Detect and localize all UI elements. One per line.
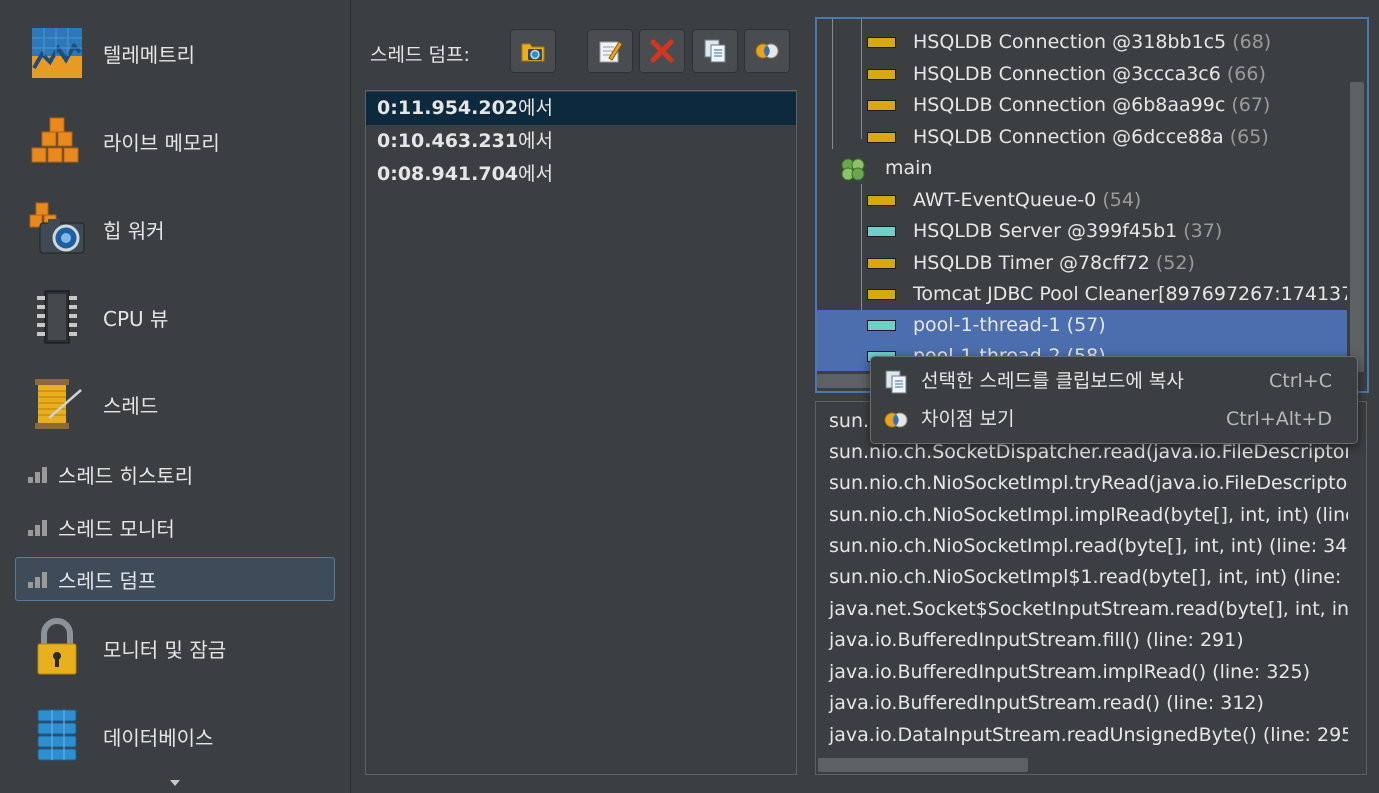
- sidebar-subitem-thread-monitor[interactable]: 스레드 모니터: [28, 512, 175, 542]
- stack-frame[interactable]: java.io.BufferedInputStream.fill() (line…: [829, 625, 1244, 656]
- thread-state-icon: [867, 195, 896, 206]
- scrollbar-thumb[interactable]: [818, 758, 1028, 772]
- lock-icon: [28, 618, 86, 677]
- menu-item-shortcut: Ctrl+C: [1269, 370, 1332, 392]
- thread-state-icon: [867, 100, 896, 111]
- copy-selected-threads-menu-item[interactable]: 선택한 스레드를 클립보드에 복사 Ctrl+C: [871, 362, 1357, 400]
- thread-row[interactable]: HSQLDB Timer @78cff72 (52): [817, 248, 1349, 279]
- thread-state-icon: [867, 69, 896, 80]
- context-menu: 선택한 스레드를 클립보드에 복사 Ctrl+C 차이점 보기 Ctrl+Alt…: [870, 356, 1358, 444]
- thread-row[interactable]: HSQLDB Server @399f45b1 (37): [817, 216, 1349, 247]
- camera-folder-icon: [521, 43, 545, 62]
- menu-item-label: 선택한 스레드를 클립보드에 복사: [921, 370, 1184, 392]
- copy-dump-button[interactable]: [692, 29, 738, 73]
- stack-horizontal-scrollbar[interactable]: [816, 756, 1348, 774]
- dump-list-item[interactable]: 0:10.463.231에서: [366, 125, 796, 158]
- camera-icon: [28, 200, 86, 258]
- sidebar-item-live-memory[interactable]: 라이브 메모리: [28, 111, 220, 171]
- stack-frame[interactable]: java.net.Socket$SocketInputStream.read(b…: [829, 594, 1366, 625]
- thread-group-row[interactable]: main: [817, 153, 1349, 184]
- dump-list-item[interactable]: 0:08.941.704에서: [366, 158, 796, 191]
- rename-dump-button[interactable]: [587, 29, 633, 73]
- sidebar-subitem-thread-dumps[interactable]: 스레드 덤프: [28, 564, 156, 594]
- sidebar-item-label: 힙 워커: [103, 218, 165, 243]
- sidebar-item-cpu-view[interactable]: CPU 뷰: [28, 287, 168, 347]
- chip-icon: [28, 288, 86, 346]
- sidebar: 텔레메트리 라이브 메모리 힙 워커 CPU 뷰 스레드 스레드 히스토리 스레…: [0, 0, 351, 793]
- stack-frame[interactable]: java.io.BufferedInputStream.implRead() (…: [829, 657, 1310, 688]
- thread-state-icon: [867, 226, 896, 237]
- database-icon: [28, 707, 86, 765]
- bar-chart-icon: [28, 518, 48, 536]
- stack-frame[interactable]: java.io.DataInputStream.readUnsignedByte…: [829, 720, 1361, 751]
- sidebar-item-heap-walker[interactable]: 힙 워커: [28, 199, 165, 259]
- thread-row[interactable]: HSQLDB Connection @6b8aa99c (67): [817, 90, 1349, 121]
- thread-row[interactable]: HSQLDB Connection @3ccca3c6 (66): [817, 59, 1349, 90]
- thread-row[interactable]: Tomcat JDBC Pool Cleaner[897697267:17413…: [817, 279, 1365, 310]
- sidebar-item-label: 스레드 덤프: [58, 568, 157, 593]
- stack-frame[interactable]: sun.nio.ch.NioSocketImpl$1.read(byte[], …: [829, 562, 1366, 593]
- stack-frame[interactable]: sun.nio.ch.NioSocketImpl.implRead(byte[]…: [829, 500, 1366, 531]
- thread-state-icon: [867, 132, 896, 143]
- stack-vertical-scrollbar[interactable]: [1348, 402, 1366, 756]
- sidebar-item-label: 스레드 모니터: [58, 516, 175, 541]
- diff-icon: [755, 43, 779, 59]
- stack-frame[interactable]: sun.nio.ch.NioSocketImpl.tryRead(java.io…: [829, 468, 1366, 499]
- stack-frame[interactable]: sun.nio.ch.NioSocketImpl.read(byte[], in…: [829, 531, 1366, 562]
- show-difference-menu-item[interactable]: 차이점 보기 Ctrl+Alt+D: [871, 400, 1357, 438]
- edit-icon: [599, 41, 623, 63]
- thread-row[interactable]: pool-1-thread-1 (57): [817, 310, 1349, 341]
- sidebar-item-label: 텔레메트리: [103, 42, 195, 67]
- sidebar-item-label: 스레드 히스토리: [58, 463, 194, 488]
- take-thread-dump-button[interactable]: [510, 29, 556, 73]
- tree-vertical-scrollbar[interactable]: [1347, 19, 1367, 373]
- copy-icon: [704, 39, 726, 63]
- stack-trace-panel[interactable]: sun. sun.nio.ch.SocketDispatcher.read(ja…: [815, 401, 1367, 775]
- sidebar-item-label: 라이브 메모리: [103, 130, 220, 155]
- menu-item-shortcut: Ctrl+Alt+D: [1225, 408, 1332, 430]
- delete-icon: [650, 39, 674, 63]
- sidebar-item-databases[interactable]: 데이터베이스: [28, 706, 213, 766]
- scroll-down-icon[interactable]: [170, 780, 180, 786]
- thread-dumps-label: 스레드 덤프:: [370, 44, 470, 66]
- scrollbar-thumb[interactable]: [1350, 82, 1364, 372]
- diff-dumps-button[interactable]: [744, 29, 790, 73]
- thread-group-label: main: [885, 157, 933, 179]
- spool-icon: [28, 375, 86, 433]
- telemetry-icon: [28, 24, 86, 82]
- thread-state-icon: [867, 320, 896, 331]
- stack-frame[interactable]: sun.: [829, 406, 869, 437]
- sidebar-item-label: 스레드: [103, 393, 159, 418]
- cubes-icon: [28, 112, 86, 170]
- stack-frame[interactable]: java.io.BufferedInputStream.read() (line…: [829, 688, 1264, 719]
- thread-tree[interactable]: HSQLDB Connection @318bb1c5 (68) HSQLDB …: [815, 17, 1369, 393]
- thread-row[interactable]: HSQLDB Connection @318bb1c5 (68): [817, 27, 1349, 58]
- dump-list-item[interactable]: 0:11.954.202에서: [366, 92, 796, 125]
- sidebar-subitem-thread-history[interactable]: 스레드 히스토리: [28, 459, 193, 489]
- thread-dump-list[interactable]: 0:11.954.202에서 0:10.463.231에서 0:08.941.7…: [365, 90, 797, 775]
- thread-row[interactable]: AWT-EventQueue-0 (54): [817, 185, 1349, 216]
- bar-chart-icon: [28, 465, 48, 483]
- thread-group-icon: [841, 158, 865, 181]
- sidebar-item-label: 데이터베이스: [103, 725, 214, 750]
- sidebar-item-label: CPU 뷰: [103, 306, 169, 331]
- sidebar-item-telemetry[interactable]: 텔레메트리: [28, 23, 195, 83]
- delete-dump-button[interactable]: [639, 29, 685, 73]
- thread-state-icon: [867, 37, 896, 48]
- bar-chart-icon: [28, 570, 48, 588]
- sidebar-item-label: 모니터 및 잠금: [103, 637, 227, 662]
- thread-state-icon: [867, 258, 896, 269]
- menu-item-label: 차이점 보기: [921, 408, 1015, 430]
- diff-icon: [884, 412, 908, 428]
- sidebar-item-threads[interactable]: 스레드: [28, 374, 158, 434]
- thread-state-icon: [867, 289, 896, 300]
- thread-row[interactable]: HSQLDB Connection @6dcce88a (65): [817, 122, 1349, 153]
- sidebar-item-monitors-locks[interactable]: 모니터 및 잠금: [28, 618, 226, 678]
- copy-icon: [885, 370, 907, 394]
